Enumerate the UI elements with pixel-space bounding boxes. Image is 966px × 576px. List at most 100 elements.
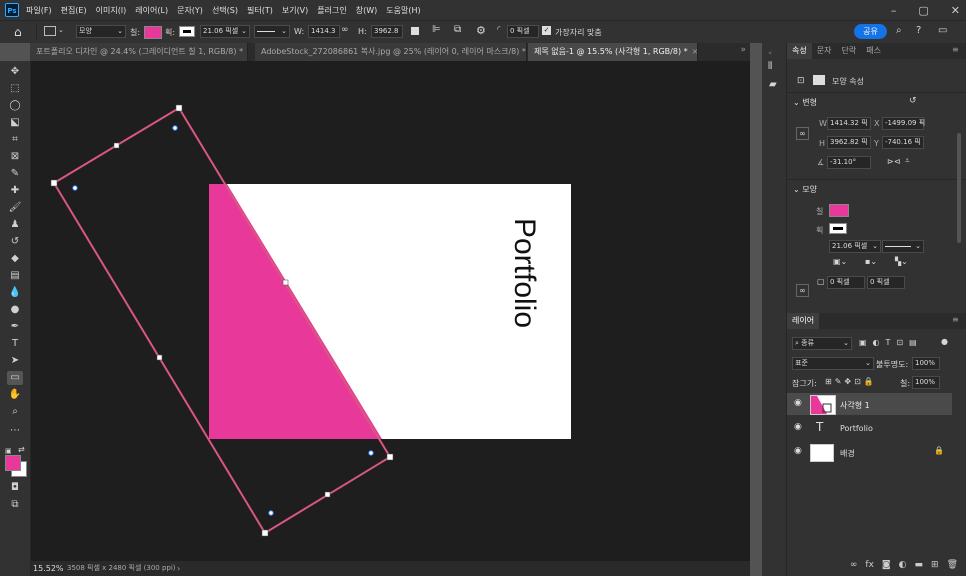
comments-panel-icon[interactable]: ▰ xyxy=(769,79,777,90)
prop-x-field[interactable]: -1499.09 픽 xyxy=(882,117,925,130)
link-layers-icon[interactable]: ∞ xyxy=(850,560,858,570)
new-layer-icon[interactable]: ⊞ xyxy=(931,560,939,570)
shape-mode-select[interactable]: 모양 ⌄ xyxy=(76,25,126,38)
gear-icon[interactable]: ⚙ xyxy=(476,24,486,37)
healing-brush-icon[interactable]: ✚ xyxy=(7,184,23,198)
swap-colors-icon[interactable]: ⇄ xyxy=(18,445,25,454)
collapse-icon[interactable]: « xyxy=(768,49,772,57)
path-operations-icon[interactable] xyxy=(411,27,419,35)
foreground-color-swatch[interactable] xyxy=(5,455,21,471)
fx-icon[interactable]: fx xyxy=(865,560,874,570)
layers-menu-icon[interactable]: ≡ xyxy=(952,315,959,324)
transform-section-title[interactable]: ⌄ 변형 xyxy=(793,97,817,108)
screen-mode-icon[interactable]: ⧉ xyxy=(7,498,23,512)
anchor-point[interactable] xyxy=(113,142,120,149)
pen-tool-icon[interactable]: ✒ xyxy=(7,320,23,334)
flip-horizontal-icon[interactable]: ⊳⊲ xyxy=(887,157,900,166)
preset-chevron-icon[interactable]: ⌄ xyxy=(58,26,64,34)
link-dimensions-icon[interactable]: ∞ xyxy=(796,127,809,140)
search-icon[interactable]: ⌕ xyxy=(896,25,902,36)
anchor-point[interactable] xyxy=(324,491,331,498)
quick-mask-icon[interactable]: ◘ xyxy=(7,481,23,495)
adjustment-layer-icon[interactable]: ◐ xyxy=(899,560,907,570)
stroke-cap-icon[interactable]: ▪⌄ xyxy=(865,257,877,266)
frame-tool-icon[interactable]: ⊠ xyxy=(7,150,23,164)
prop-fill-swatch[interactable] xyxy=(829,204,849,217)
visibility-eye-icon[interactable]: ◉ xyxy=(794,422,802,432)
workspace-icon[interactable]: ▭ xyxy=(938,25,947,36)
stroke-join-icon[interactable]: ▚⌄ xyxy=(895,257,908,266)
layer-name[interactable]: 사각형 1 xyxy=(840,400,870,411)
appearance-section-title[interactable]: ⌄ 모양 xyxy=(793,184,817,195)
flip-vertical-icon[interactable]: ⩡ xyxy=(905,156,910,166)
marquee-tool-icon[interactable]: ⬚ xyxy=(7,82,23,96)
layer-name[interactable]: 배경 xyxy=(840,448,855,459)
lock-icons[interactable]: ⊞✎✥⊡🔒 xyxy=(825,377,877,386)
rectangle-tool-icon[interactable]: ▭ xyxy=(7,371,23,385)
blend-mode-select[interactable]: 표준 ⌄ xyxy=(792,357,874,370)
eraser-tool-icon[interactable]: ◆ xyxy=(7,252,23,266)
crop-tool-icon[interactable]: ⌗ xyxy=(7,133,23,147)
layer-row[interactable]: ◉ 배경 🔒 xyxy=(787,441,952,463)
prop-angle-field[interactable]: -31.10° xyxy=(827,156,871,169)
align-edges-checkbox[interactable]: ✓ xyxy=(542,26,551,35)
corner-radius-handle[interactable] xyxy=(268,510,274,516)
home-icon[interactable]: ⌂ xyxy=(14,25,22,39)
anchor-point[interactable] xyxy=(50,179,58,187)
opacity-field[interactable]: 100% xyxy=(912,357,940,370)
tabs-overflow-icon[interactable]: » xyxy=(740,45,746,55)
menu-select[interactable]: 선택(S) xyxy=(212,5,238,16)
anchor-point[interactable] xyxy=(386,453,394,461)
stroke-align-icon[interactable]: ▣⌄ xyxy=(833,257,847,266)
move-tool-icon[interactable]: ✥ xyxy=(7,65,23,79)
object-select-tool-icon[interactable]: ⬕ xyxy=(7,116,23,130)
tab-character[interactable]: 문자 xyxy=(812,43,837,59)
default-colors-icon[interactable]: ▣ xyxy=(5,447,12,455)
add-mask-icon[interactable]: ◙ xyxy=(882,560,891,570)
anchor-point[interactable] xyxy=(175,104,183,112)
close-tab-icon[interactable]: × xyxy=(692,47,697,56)
canvas-area[interactable]: Portfolio xyxy=(31,61,750,561)
blur-tool-icon[interactable]: 💧 xyxy=(7,286,23,300)
path-alignment-icon[interactable]: ⊫ xyxy=(432,24,441,35)
corner-radius-field[interactable]: 0 픽셀 xyxy=(507,25,539,38)
corner1-field[interactable]: 0 픽셀 xyxy=(827,276,865,289)
minimize-icon[interactable]: – xyxy=(891,4,897,17)
menu-plugins[interactable]: 플러그인 xyxy=(317,5,346,16)
anchor-point[interactable] xyxy=(156,354,163,361)
shape-tool-preset-icon[interactable] xyxy=(44,26,56,36)
help-icon[interactable]: ? xyxy=(916,25,921,36)
menu-filter[interactable]: 필터(T) xyxy=(247,5,273,16)
menu-image[interactable]: 이미지(I) xyxy=(96,5,127,16)
prop-stroke-swatch[interactable] xyxy=(829,223,847,234)
visibility-eye-icon[interactable]: ◉ xyxy=(794,446,802,456)
properties-scrollbar[interactable] xyxy=(957,133,961,243)
status-arrow-icon[interactable]: › xyxy=(177,561,180,576)
dodge-tool-icon[interactable]: ● xyxy=(7,303,23,317)
doc-tab-portfolio[interactable]: 포트폴리오 디자인 @ 24.4% (그레이디언트 칠 1, RGB/8) *× xyxy=(30,43,248,61)
zoom-level[interactable]: 15.52% xyxy=(33,561,64,576)
corner-radius-handle[interactable] xyxy=(368,450,374,456)
prop-y-field[interactable]: -740.16 픽 xyxy=(882,136,924,149)
new-group-icon[interactable]: ▬ xyxy=(915,560,924,570)
layer-row[interactable]: ◉ 사각형 1 xyxy=(787,393,952,415)
corner-radius-icon[interactable]: ◜ xyxy=(497,25,501,35)
layer-name[interactable]: Portfolio xyxy=(840,424,873,433)
h-field[interactable]: 3962.8 xyxy=(371,25,403,38)
close-window-icon[interactable]: ✕ xyxy=(951,4,960,17)
menu-help[interactable]: 도움말(H) xyxy=(386,5,420,16)
panel-menu-icon[interactable]: ≡ xyxy=(952,45,959,54)
layer-row[interactable]: ◉ T Portfolio xyxy=(787,417,952,439)
corner-radius-handle[interactable] xyxy=(172,125,178,131)
hand-tool-icon[interactable]: ✋ xyxy=(7,388,23,402)
delete-layer-icon[interactable]: 🗑 xyxy=(947,560,958,570)
clone-stamp-icon[interactable]: ♟ xyxy=(7,218,23,232)
visibility-eye-icon[interactable]: ◉ xyxy=(794,398,802,408)
prop-stroke-type-select[interactable]: ⌄ xyxy=(882,240,924,253)
close-tab-icon[interactable]: × xyxy=(247,47,248,56)
properties-panel-icon[interactable]: ⫴ xyxy=(768,61,772,72)
path-arrangement-icon[interactable]: ⧉ xyxy=(454,24,461,35)
fill-swatch[interactable] xyxy=(144,26,162,39)
type-tool-icon[interactable]: T xyxy=(7,337,23,351)
tab-properties[interactable]: 속성 xyxy=(787,43,812,59)
